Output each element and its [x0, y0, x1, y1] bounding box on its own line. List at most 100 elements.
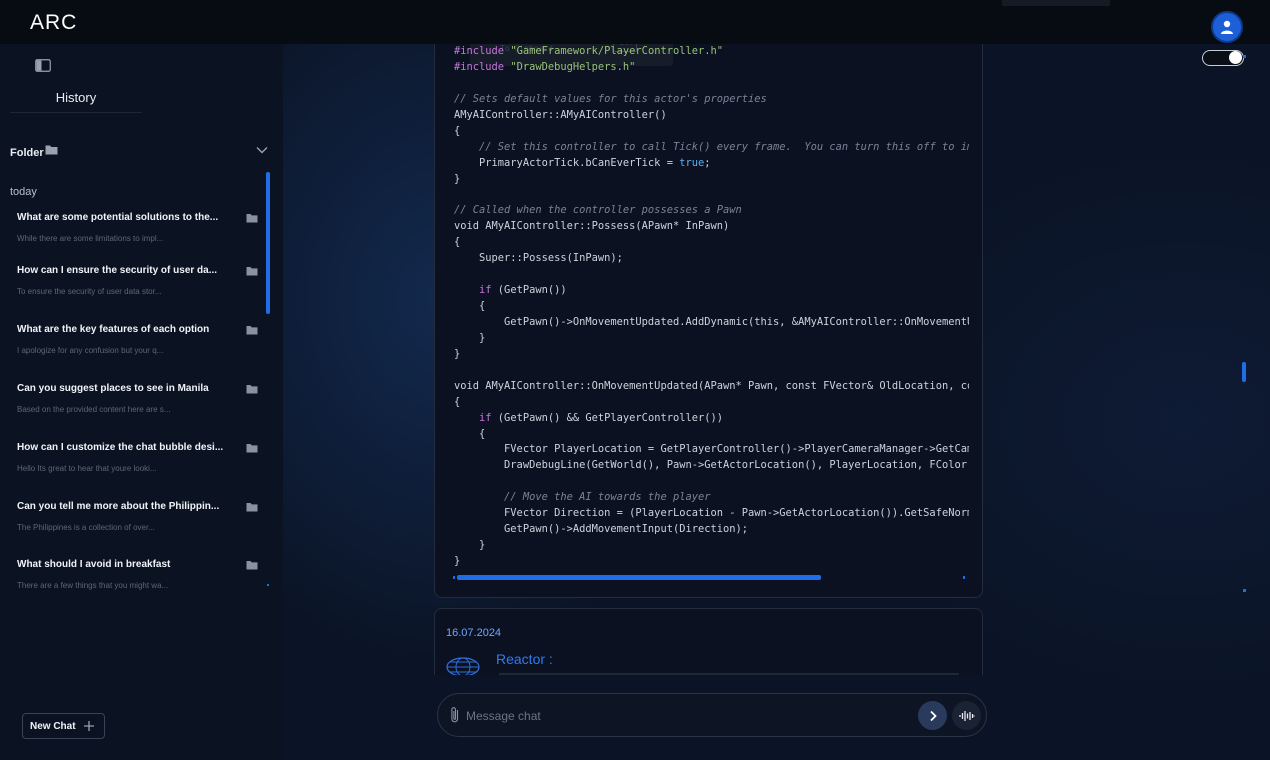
new-chat-button[interactable]: New Chat [22, 713, 105, 739]
code-line: } [454, 331, 969, 347]
sidebar: History Folder today What are some poten… [0, 44, 283, 760]
folder-dropdown[interactable]: Folder [10, 143, 270, 159]
code-token: "GameFramework/PlayerController.h" [510, 45, 724, 57]
chat-title: What should I avoid in breakfast [17, 559, 171, 570]
code-line: PrimaryActorTick.bCanEverTick = true; [454, 156, 969, 172]
chat-preview: Based on the provided content here are s… [17, 405, 171, 414]
chat-preview: While there are some limitations to impl… [17, 234, 164, 243]
chat-history-item[interactable]: What are some potential solutions to the… [0, 204, 262, 256]
code-line: { [454, 427, 969, 443]
move-to-folder-icon[interactable] [246, 325, 258, 335]
page-scroll-down[interactable] [1243, 589, 1246, 592]
code-line: DrawDebugLine(GetWorld(), Pawn->GetActor… [454, 458, 969, 474]
logo-text: ARC [30, 11, 77, 34]
chat-title: What are the key features of each option [17, 324, 210, 335]
code-token: // Set this controller to call Tick() ev… [479, 140, 969, 153]
code-token: } [454, 172, 461, 185]
code-token: Super::Possess(InPawn); [454, 252, 623, 265]
move-to-folder-icon[interactable] [246, 213, 258, 223]
code-line: { [454, 235, 969, 251]
code-line: FVector PlayerLocation = GetPlayerContro… [454, 442, 969, 458]
chat-history-item[interactable]: Can you tell me more about the Philippin… [0, 493, 262, 545]
user-icon [1221, 20, 1233, 34]
code-line: } [454, 347, 969, 363]
chevron-down-icon[interactable] [256, 145, 268, 155]
page-scroll-up[interactable] [1243, 55, 1246, 58]
code-token: ; [704, 156, 711, 169]
folder-icon [45, 145, 58, 155]
code-line: if (GetPawn() && GetPlayerController()) [454, 411, 969, 427]
top-strip [1002, 0, 1110, 6]
code-content: #include "GameFramework/PlayerController… [454, 44, 969, 570]
code-line: } [454, 554, 969, 570]
code-token: { [454, 427, 486, 440]
code-token: if [479, 284, 492, 297]
chat-preview: The Philippines is a collection of over.… [17, 523, 155, 532]
code-token: { [454, 124, 461, 137]
move-to-folder-icon[interactable] [246, 502, 258, 512]
theme-toggle[interactable] [1202, 50, 1244, 66]
arc-logo-icon[interactable]: ARC [28, 8, 92, 34]
voice-input-button[interactable] [952, 701, 981, 730]
message-input[interactable] [466, 706, 906, 726]
sidebar-toggle-icon[interactable] [35, 59, 51, 72]
code-line: GetPawn()->OnMovementUpdated.AddDynamic(… [454, 315, 969, 331]
code-token: } [454, 331, 486, 344]
code-token: "DrawDebugHelpers.h" [510, 60, 636, 73]
move-to-folder-icon[interactable] [246, 266, 258, 276]
chat-history-item[interactable]: What are the key features of each option… [0, 316, 262, 368]
move-to-folder-icon[interactable] [246, 384, 258, 394]
chat-preview: To ensure the security of user data stor… [17, 287, 162, 296]
code-scroll-left-arrow[interactable] [453, 576, 455, 579]
chat-title: How can I ensure the security of user da… [17, 265, 218, 276]
code-line: #include "DrawDebugHelpers.h" [454, 60, 969, 76]
code-token: FVector Direction = (PlayerLocation - Pa… [454, 507, 969, 520]
message-author: Reactor : [496, 651, 553, 667]
code-line: } [454, 538, 969, 554]
code-token: { [454, 236, 461, 249]
code-scroll-right-arrow[interactable] [963, 576, 965, 579]
top-bar: ARC [0, 0, 1270, 44]
chat-history-item[interactable]: How can I customize the chat bubble desi… [0, 434, 262, 486]
code-line: void AMyAIController::OnMovementUpdated(… [454, 379, 969, 395]
group-label-today: today [10, 186, 37, 198]
chat-title: Can you suggest places to see in Manila [17, 383, 209, 394]
chat-history-item[interactable]: Can you suggest places to see in Manila … [0, 375, 262, 427]
chat-history-item[interactable]: How can I ensure the security of user da… [0, 257, 262, 309]
code-token: GetPawn()->AddMovementInput(Direction); [454, 523, 749, 536]
code-line: // Called when the controller possesses … [454, 203, 969, 219]
code-line: { [454, 299, 969, 315]
code-token: AMyAIController::AMyAIController() [454, 108, 667, 121]
code-line: void AMyAIController::Possess(APawn* InP… [454, 219, 969, 235]
move-to-folder-icon[interactable] [246, 443, 258, 453]
plus-icon [84, 721, 94, 731]
code-token: void AMyAIController::Possess(APawn* InP… [454, 220, 730, 233]
message-text-clipped [499, 673, 959, 675]
code-line: } [454, 172, 969, 188]
chat-title: What are some potential solutions to the… [17, 212, 219, 223]
move-to-folder-icon[interactable] [246, 560, 258, 570]
code-token: (GetPawn()) [491, 284, 567, 297]
chat-preview: Hello Its great to hear that youre looki… [17, 464, 157, 473]
user-avatar-button[interactable] [1211, 11, 1243, 43]
code-line: GetPawn()->AddMovementInput(Direction); [454, 522, 969, 538]
chat-title: How can I customize the chat bubble desi… [17, 442, 224, 453]
chat-preview: There are a few things that you might wa… [17, 581, 169, 590]
code-token: } [454, 555, 461, 567]
paperclip-icon[interactable] [449, 706, 461, 724]
page-scrollbar[interactable] [1242, 362, 1246, 382]
send-button[interactable] [918, 701, 947, 730]
code-token: true [679, 156, 705, 169]
history-scrollbar[interactable] [266, 172, 270, 314]
code-token: #include [454, 45, 511, 57]
code-horizontal-scrollbar[interactable] [457, 575, 821, 580]
code-line: AMyAIController::AMyAIController() [454, 108, 969, 124]
chat-history-item[interactable]: What should I avoid in breakfast There a… [0, 551, 262, 603]
